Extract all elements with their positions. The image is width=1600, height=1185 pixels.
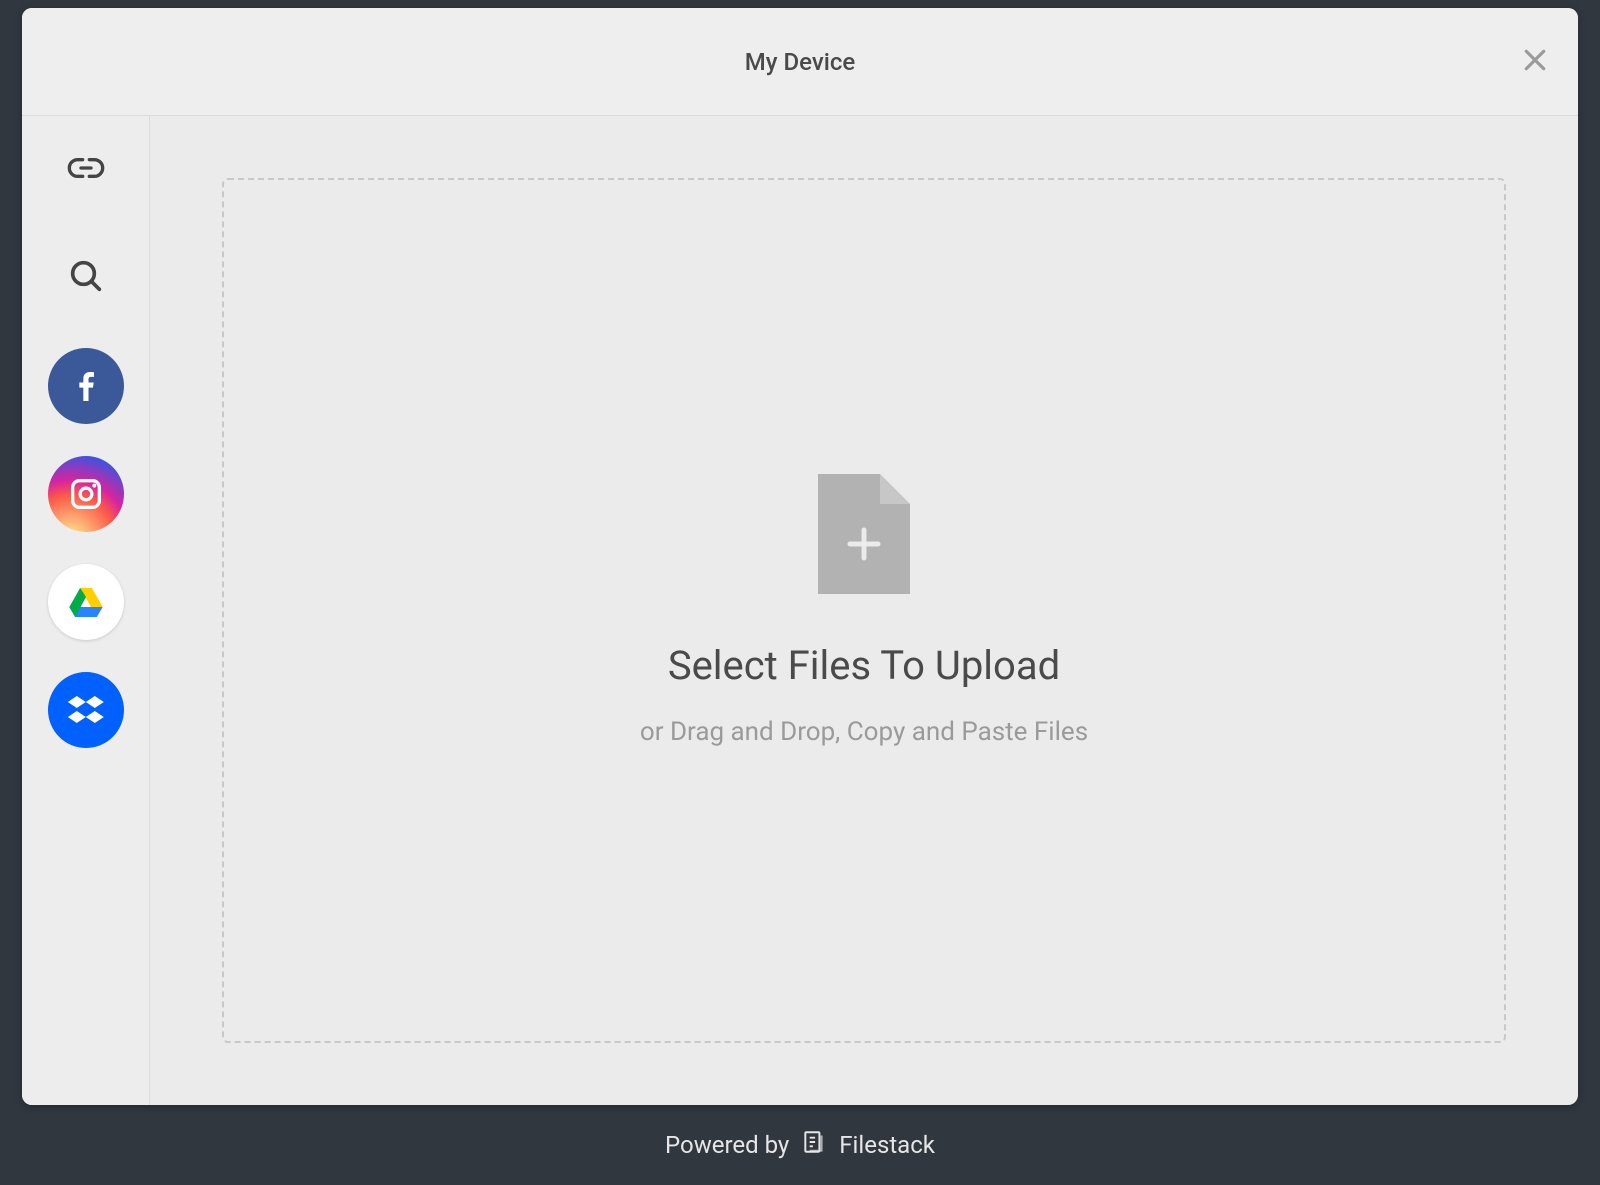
dropzone-subtitle: or Drag and Drop, Copy and Paste Files [640, 717, 1088, 747]
footer-prefix: Powered by [665, 1131, 789, 1159]
dropbox-icon [48, 672, 124, 748]
source-web-search[interactable] [22, 224, 149, 332]
source-google-drive[interactable] [22, 548, 149, 656]
source-dropbox[interactable] [22, 656, 149, 764]
dropzone[interactable]: Select Files To Upload or Drag and Drop,… [222, 178, 1506, 1043]
close-icon [1520, 45, 1550, 79]
source-sidebar [22, 116, 150, 1105]
footer: Powered by Filestack [0, 1105, 1600, 1185]
close-button[interactable] [1512, 37, 1558, 87]
filestack-logo-icon [801, 1129, 827, 1161]
instagram-icon [48, 456, 124, 532]
source-instagram[interactable] [22, 440, 149, 548]
google-drive-icon [48, 564, 124, 640]
header-title: My Device [745, 48, 855, 76]
search-icon [66, 256, 106, 300]
picker-header: My Device [22, 8, 1578, 116]
file-picker-modal: My Device [22, 8, 1578, 1105]
link-icon [66, 148, 106, 192]
footer-brand: Filestack [839, 1131, 935, 1159]
source-link[interactable] [22, 116, 149, 224]
dropzone-title: Select Files To Upload [668, 642, 1060, 689]
source-facebook[interactable] [22, 332, 149, 440]
facebook-icon [48, 348, 124, 424]
file-add-icon [818, 474, 910, 598]
picker-main: Select Files To Upload or Drag and Drop,… [150, 116, 1578, 1105]
